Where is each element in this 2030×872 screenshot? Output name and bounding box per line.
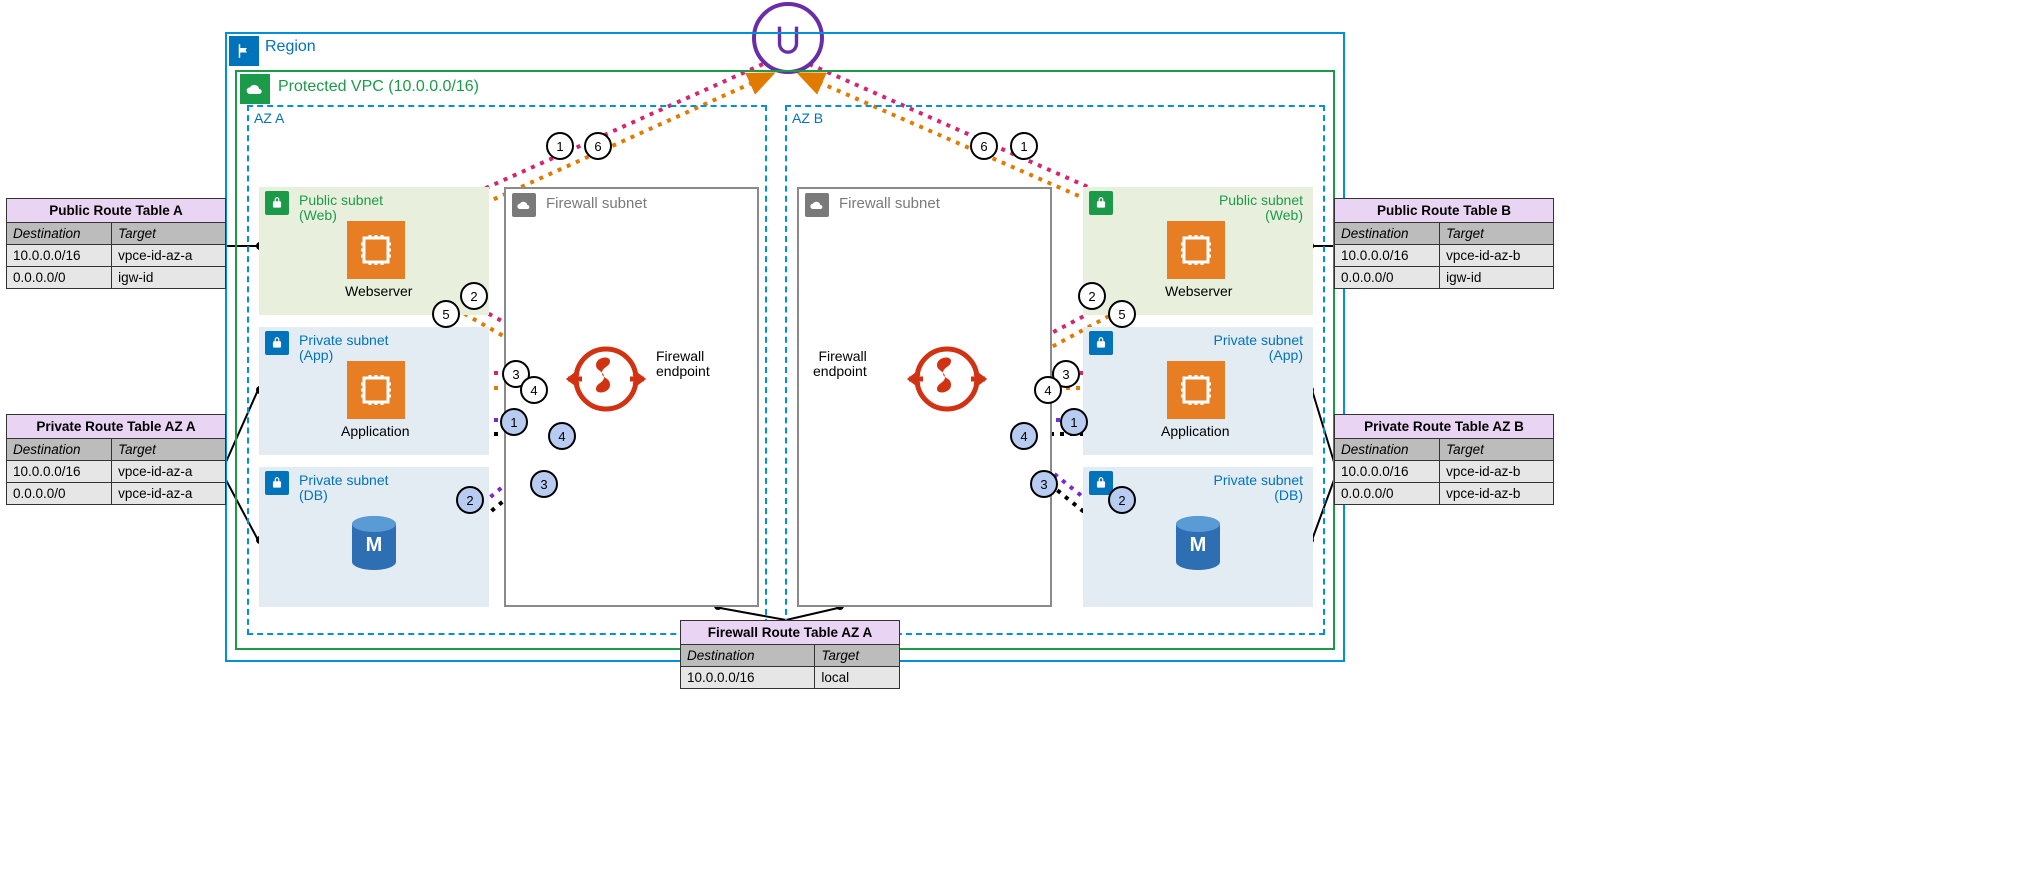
ec2-application-icon [1167,361,1225,419]
app-subnet-title: Private subnet [1214,332,1304,348]
step-blue-4: 4 [548,422,576,450]
table-row: 0.0.0.0/0vpce-id-az-b [1335,483,1554,505]
application-label: Application [1161,423,1230,439]
fw-endpoint-label2: endpoint [656,363,710,379]
public-subnet-subtitle: (Web) [299,207,337,223]
col-target: Target [815,645,900,667]
database-icon: M [349,515,399,571]
cloud-lock-icon [805,193,829,217]
az-a-label: AZ A [254,110,284,126]
application-label: Application [341,423,410,439]
col-destination: Destination [681,645,815,667]
col-destination: Destination [7,223,112,245]
ec2-webserver-icon [1167,221,1225,279]
private-route-table-b: Private Route Table AZ B DestinationTarg… [1334,414,1554,505]
db-subnet-subtitle: (DB) [299,487,328,503]
ec2-webserver-icon [347,221,405,279]
ec2-application-icon [347,361,405,419]
az-b-label: AZ B [792,110,823,126]
table-row: 10.0.0.0/16vpce-id-az-b [1335,461,1554,483]
private-subnet-db-a: Private subnet(DB) M [259,467,489,607]
step-2: 2 [460,282,488,310]
step-5: 5 [432,300,460,328]
table-row: 10.0.0.0/16local [681,667,900,689]
public-subnet-b: Public subnet(Web) Webserver [1083,187,1313,315]
step-5: 5 [1108,300,1136,328]
step-6: 6 [970,132,998,160]
table-title: Private Route Table AZ B [1334,414,1554,438]
step-blue-2: 2 [1108,486,1136,514]
firewall-subnet-title: Firewall subnet [546,195,647,212]
table-title: Firewall Route Table AZ A [680,620,900,644]
public-subnet-title: Public subnet [299,192,383,208]
col-target: Target [112,223,226,245]
private-subnet-app-b: Private subnet(App) Application [1083,327,1313,455]
step-blue-2: 2 [456,486,484,514]
firewall-subnet-b: Firewall subnet Firewallendpoint [797,187,1052,607]
table-row: 0.0.0.0/0igw-id [7,267,226,289]
region-label: Region [265,38,316,56]
step-4: 4 [1034,376,1062,404]
table-row: 10.0.0.0/16vpce-id-az-a [7,461,226,483]
firewall-endpoint-icon [566,339,646,419]
table-row: 0.0.0.0/0igw-id [1335,267,1554,289]
table-row: 0.0.0.0/0vpce-id-az-a [7,483,226,505]
col-destination: Destination [7,439,112,461]
fw-endpoint-label2: endpoint [813,363,867,379]
public-subnet-a: Public subnet(Web) Webserver [259,187,489,315]
firewall-route-table-a: Firewall Route Table AZ A DestinationTar… [680,620,900,689]
fw-endpoint-label1: Firewall [656,348,704,364]
step-1: 1 [546,132,574,160]
db-subnet-title: Private subnet [299,472,389,488]
app-subnet-title: Private subnet [299,332,389,348]
col-target: Target [1440,223,1554,245]
lock-icon [265,191,289,215]
db-subnet-title: Private subnet [1214,472,1304,488]
db-subnet-subtitle: (DB) [1274,487,1303,503]
firewall-endpoint-icon [907,339,987,419]
col-destination: Destination [1335,439,1440,461]
public-route-table-b: Public Route Table B DestinationTarget 1… [1334,198,1554,289]
private-subnet-app-a: Private subnet(App) Application [259,327,489,455]
step-blue-4: 4 [1010,422,1038,450]
step-blue-3: 3 [530,470,558,498]
step-1: 1 [1010,132,1038,160]
col-target: Target [1440,439,1554,461]
lock-icon [265,331,289,355]
private-route-table-a: Private Route Table AZ A DestinationTarg… [6,414,226,505]
public-subnet-title: Public subnet [1219,192,1303,208]
lock-icon [265,471,289,495]
step-4: 4 [520,376,548,404]
step-6: 6 [584,132,612,160]
col-destination: Destination [1335,223,1440,245]
step-blue-3: 3 [1030,470,1058,498]
table-title: Public Route Table A [6,198,226,222]
cloud-lock-icon [512,193,536,217]
col-target: Target [112,439,226,461]
webserver-label: Webserver [1165,283,1232,299]
webserver-label: Webserver [345,283,412,299]
public-subnet-subtitle: (Web) [1265,207,1303,223]
step-blue-1: 1 [1060,408,1088,436]
vpc-label: Protected VPC (10.0.0.0/16) [278,78,479,96]
lock-icon [1089,331,1113,355]
step-2: 2 [1078,282,1106,310]
database-icon: M [1173,515,1223,571]
table-row: 10.0.0.0/16vpce-id-az-a [7,245,226,267]
public-route-table-a: Public Route Table A DestinationTarget 1… [6,198,226,289]
svg-text:M: M [366,534,383,556]
table-row: 10.0.0.0/16vpce-id-az-b [1335,245,1554,267]
lock-icon [1089,191,1113,215]
table-title: Public Route Table B [1334,198,1554,222]
fw-endpoint-label1: Firewall [818,348,866,364]
svg-text:M: M [1190,534,1207,556]
firewall-subnet-title: Firewall subnet [839,195,940,212]
app-subnet-subtitle: (App) [299,347,333,363]
step-blue-1: 1 [500,408,528,436]
table-title: Private Route Table AZ A [6,414,226,438]
app-subnet-subtitle: (App) [1269,347,1303,363]
